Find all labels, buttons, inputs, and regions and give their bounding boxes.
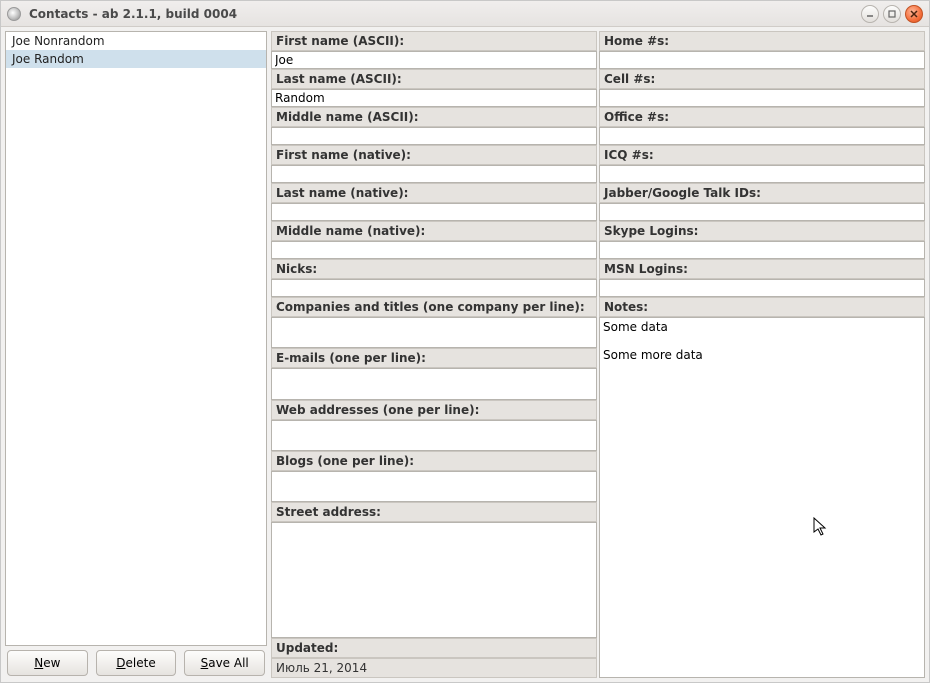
input-notes[interactable] <box>599 317 925 678</box>
detail-col-right: Home #s: Cell #s: Office #s: ICQ #s: Jab… <box>599 31 925 678</box>
input-office[interactable] <box>599 127 925 145</box>
minimize-icon <box>865 9 875 19</box>
minimize-button[interactable] <box>861 5 879 23</box>
new-button[interactable]: New <box>7 650 88 676</box>
new-button-label: New <box>34 656 60 670</box>
detail-pane: First name (ASCII): Last name (ASCII): M… <box>271 31 925 678</box>
input-jabber[interactable] <box>599 203 925 221</box>
input-blogs[interactable] <box>271 471 597 502</box>
label-office: Office #s: <box>599 107 925 127</box>
input-nicks[interactable] <box>271 279 597 297</box>
input-last-native[interactable] <box>271 203 597 221</box>
contact-item[interactable]: Joe Random <box>6 50 266 68</box>
label-first-ascii: First name (ASCII): <box>271 31 597 51</box>
window-controls <box>861 5 923 23</box>
label-first-native: First name (native): <box>271 145 597 165</box>
input-msn[interactable] <box>599 279 925 297</box>
titlebar: Contacts - ab 2.1.1, build 0004 <box>1 1 929 27</box>
label-middle-ascii: Middle name (ASCII): <box>271 107 597 127</box>
value-updated: Июль 21, 2014 <box>271 658 597 678</box>
label-companies: Companies and titles (one company per li… <box>271 297 597 317</box>
left-pane: Joe NonrandomJoe Random New Delete Save … <box>5 31 267 678</box>
button-row: New Delete Save All <box>5 646 267 678</box>
label-home: Home #s: <box>599 31 925 51</box>
input-cell[interactable] <box>599 89 925 107</box>
label-street: Street address: <box>271 502 597 522</box>
input-middle-native[interactable] <box>271 241 597 259</box>
main-body: Joe NonrandomJoe Random New Delete Save … <box>1 27 929 682</box>
app-icon <box>7 7 21 21</box>
input-first-native[interactable] <box>271 165 597 183</box>
label-msn: MSN Logins: <box>599 259 925 279</box>
label-last-native: Last name (native): <box>271 183 597 203</box>
close-button[interactable] <box>905 5 923 23</box>
label-emails: E-mails (one per line): <box>271 348 597 368</box>
label-nicks: Nicks: <box>271 259 597 279</box>
contacts-window: Contacts - ab 2.1.1, build 0004 Joe Nonr… <box>0 0 930 683</box>
contact-list[interactable]: Joe NonrandomJoe Random <box>5 31 267 646</box>
label-updated: Updated: <box>271 638 597 658</box>
close-icon <box>909 9 919 19</box>
input-home[interactable] <box>599 51 925 69</box>
input-middle-ascii[interactable] <box>271 127 597 145</box>
label-skype: Skype Logins: <box>599 221 925 241</box>
input-skype[interactable] <box>599 241 925 259</box>
input-first-ascii[interactable] <box>271 51 597 69</box>
save-all-button-label: Save All <box>201 656 249 670</box>
label-icq: ICQ #s: <box>599 145 925 165</box>
label-web: Web addresses (one per line): <box>271 400 597 420</box>
delete-button-label: Delete <box>116 656 155 670</box>
delete-button[interactable]: Delete <box>96 650 177 676</box>
label-last-ascii: Last name (ASCII): <box>271 69 597 89</box>
label-jabber: Jabber/Google Talk IDs: <box>599 183 925 203</box>
detail-col-left: First name (ASCII): Last name (ASCII): M… <box>271 31 597 678</box>
input-last-ascii[interactable] <box>271 89 597 107</box>
input-web[interactable] <box>271 420 597 451</box>
label-cell: Cell #s: <box>599 69 925 89</box>
maximize-icon <box>887 9 897 19</box>
input-street[interactable] <box>271 522 597 638</box>
input-icq[interactable] <box>599 165 925 183</box>
contact-item[interactable]: Joe Nonrandom <box>6 32 266 50</box>
maximize-button[interactable] <box>883 5 901 23</box>
window-title: Contacts - ab 2.1.1, build 0004 <box>29 7 861 21</box>
label-middle-native: Middle name (native): <box>271 221 597 241</box>
input-companies[interactable] <box>271 317 597 348</box>
input-emails[interactable] <box>271 368 597 399</box>
label-notes: Notes: <box>599 297 925 317</box>
label-blogs: Blogs (one per line): <box>271 451 597 471</box>
save-all-button[interactable]: Save All <box>184 650 265 676</box>
